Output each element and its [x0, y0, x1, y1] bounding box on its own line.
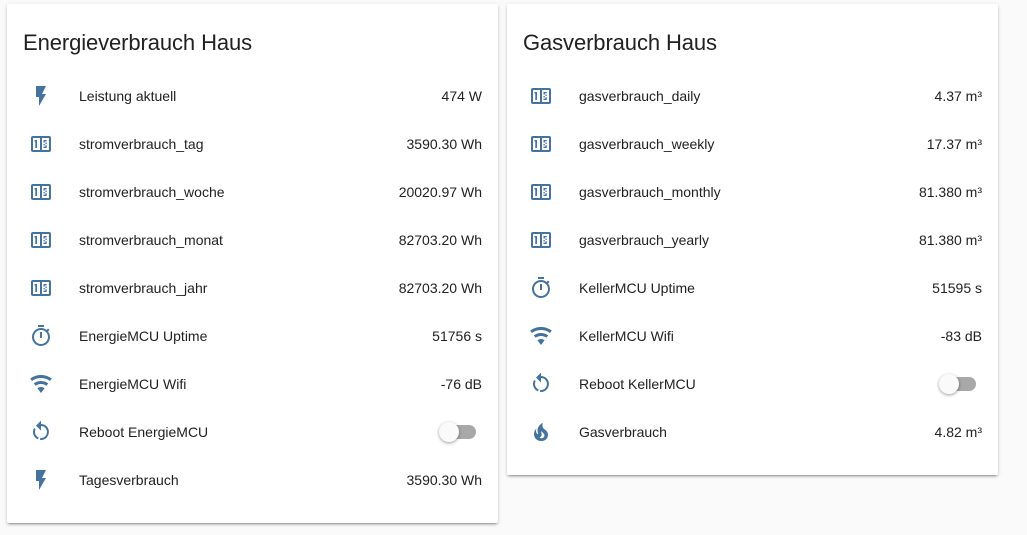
entity-list: gasverbrauch_daily 4.37 m³ gasverbrauch_we… — [507, 72, 998, 456]
entity-row[interactable]: stromverbrauch_monat 82703.20 Wh — [7, 216, 498, 264]
toggle-thumb — [939, 374, 959, 394]
entity-value: 51595 s — [932, 280, 982, 296]
reboot-toggle[interactable] — [939, 374, 978, 394]
entity-value: 4.82 m³ — [934, 424, 982, 440]
flash-icon — [29, 468, 53, 492]
entity-name[interactable]: Gasverbrauch — [579, 408, 667, 456]
entity-value: 3590.30 Wh — [406, 136, 483, 152]
entity-row[interactable]: gasverbrauch_weekly 17.37 m³ — [507, 120, 998, 168]
entity-value: -83 dB — [940, 328, 982, 344]
entity-list: Leistung aktuell 474 W stromverbrauch_tag 3… — [7, 72, 498, 504]
entity-value: 17.37 m³ — [926, 136, 982, 152]
entity-value: 51756 s — [432, 328, 482, 344]
entity-name[interactable]: stromverbrauch_monat — [79, 216, 223, 264]
entity-row[interactable]: Tagesverbrauch 3590.30 Wh — [7, 456, 498, 504]
entity-name[interactable]: KellerMCU Uptime — [579, 264, 695, 312]
entity-name[interactable]: Reboot KellerMCU — [579, 360, 696, 408]
entity-row[interactable]: Leistung aktuell 474 W — [7, 72, 498, 120]
entity-name[interactable]: KellerMCU Wifi — [579, 312, 674, 360]
energy-card: Energieverbrauch Haus Leistung aktuell 47… — [7, 4, 498, 523]
entity-row[interactable]: gasverbrauch_monthly 81.380 m³ — [507, 168, 998, 216]
entity-row[interactable]: EnergieMCU Uptime 51756 s — [7, 312, 498, 360]
entity-value: -76 dB — [440, 376, 482, 392]
counter-icon — [29, 132, 53, 156]
entity-row[interactable]: Gasverbrauch 4.82 m³ — [507, 408, 998, 456]
entity-value: 82703.20 Wh — [398, 280, 482, 296]
entity-name[interactable]: EnergieMCU Uptime — [79, 312, 207, 360]
entity-row[interactable]: KellerMCU Wifi -83 dB — [507, 312, 998, 360]
counter-icon — [529, 180, 553, 204]
entity-name[interactable]: gasverbrauch_monthly — [579, 168, 721, 216]
entity-name[interactable]: EnergieMCU Wifi — [79, 360, 186, 408]
card-title: Energieverbrauch Haus — [23, 30, 253, 55]
entity-name[interactable]: Reboot EnergieMCU — [79, 408, 208, 456]
entity-name[interactable]: gasverbrauch_daily — [579, 72, 700, 120]
timer-icon — [29, 324, 53, 348]
entity-value: 4.37 m³ — [934, 88, 982, 104]
entity-value: 474 W — [441, 88, 482, 104]
wifi-icon — [529, 324, 553, 348]
entity-row[interactable]: Reboot EnergieMCU — [7, 408, 498, 456]
entity-name[interactable]: Leistung aktuell — [79, 72, 176, 120]
counter-icon — [529, 228, 553, 252]
entity-row[interactable]: stromverbrauch_tag 3590.30 Wh — [7, 120, 498, 168]
reboot-toggle[interactable] — [439, 422, 478, 442]
timer-icon — [529, 276, 553, 300]
toggle-thumb — [439, 422, 459, 442]
entity-row[interactable]: EnergieMCU Wifi -76 dB — [7, 360, 498, 408]
entity-row[interactable]: gasverbrauch_daily 4.37 m³ — [507, 72, 998, 120]
card-title: Gasverbrauch Haus — [523, 30, 717, 55]
entity-row[interactable]: KellerMCU Uptime 51595 s — [507, 264, 998, 312]
restart-icon — [529, 372, 553, 396]
entity-value: 82703.20 Wh — [398, 232, 482, 248]
entity-value: 20020.97 Wh — [398, 184, 482, 200]
entity-name[interactable]: stromverbrauch_jahr — [79, 264, 207, 312]
entity-row[interactable]: Reboot KellerMCU — [507, 360, 998, 408]
counter-icon — [29, 276, 53, 300]
entity-name[interactable]: gasverbrauch_yearly — [579, 216, 709, 264]
entity-name[interactable]: gasverbrauch_weekly — [579, 120, 714, 168]
counter-icon — [529, 84, 553, 108]
entity-value: 3590.30 Wh — [406, 472, 483, 488]
counter-icon — [29, 180, 53, 204]
restart-icon — [29, 420, 53, 444]
wifi-icon — [29, 372, 53, 396]
counter-icon — [29, 228, 53, 252]
entity-name[interactable]: stromverbrauch_tag — [79, 120, 204, 168]
entity-row[interactable]: stromverbrauch_jahr 82703.20 Wh — [7, 264, 498, 312]
entity-row[interactable]: stromverbrauch_woche 20020.97 Wh — [7, 168, 498, 216]
counter-icon — [529, 132, 553, 156]
entity-name[interactable]: Tagesverbrauch — [79, 456, 179, 504]
entity-value: 81.380 m³ — [918, 232, 982, 248]
flash-icon — [29, 84, 53, 108]
entity-name[interactable]: stromverbrauch_woche — [79, 168, 225, 216]
fire-icon — [529, 420, 553, 444]
entity-value: 81.380 m³ — [918, 184, 982, 200]
gas-card: Gasverbrauch Haus gasverbrauch_daily 4.37… — [507, 4, 998, 475]
entity-row[interactable]: gasverbrauch_yearly 81.380 m³ — [507, 216, 998, 264]
